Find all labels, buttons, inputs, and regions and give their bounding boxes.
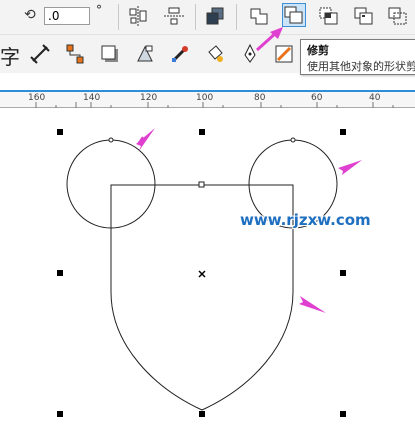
align-button[interactable]	[126, 4, 150, 28]
selection-handle[interactable]	[340, 270, 346, 276]
drop-shadow-icon	[101, 45, 118, 62]
align-icon	[129, 6, 147, 26]
weld-button[interactable]	[247, 4, 271, 28]
toolbar-annotation-arrow	[255, 27, 283, 52]
eyedropper-icon	[172, 46, 188, 62]
selection-handle[interactable]	[340, 129, 346, 135]
horizontal-ruler[interactable]: 160 140 120 100 80 60 40	[0, 90, 415, 108]
drawing-canvas[interactable]	[0, 108, 415, 435]
transparency-icon	[137, 45, 153, 62]
trim-button[interactable]	[282, 3, 306, 27]
arrange-button[interactable]	[203, 4, 227, 28]
intersect-button[interactable]	[317, 4, 341, 28]
distribute-icon	[164, 7, 184, 25]
watermark-text: www.rjzxw.com	[240, 211, 371, 229]
arrange-icon	[206, 7, 224, 25]
weld-icon	[250, 8, 268, 25]
simplify-icon	[354, 7, 373, 25]
dimension-icon	[30, 44, 50, 64]
tooltip-description: 使用其他对象的形状剪	[307, 60, 415, 73]
transparency-tool[interactable]	[133, 42, 157, 66]
annotation-arrow	[136, 128, 155, 151]
text-tool-label[interactable]: 字	[0, 41, 20, 70]
ruler-label: 40	[369, 93, 381, 103]
selection-handle[interactable]	[57, 270, 63, 276]
shadow-tool[interactable]	[98, 42, 122, 66]
distribute-button[interactable]	[162, 4, 186, 28]
connector-tool[interactable]	[63, 42, 87, 66]
trim-icon	[284, 6, 303, 24]
annotation-arrow	[338, 160, 362, 175]
paint-bucket-icon	[208, 45, 223, 62]
intersect-icon	[319, 7, 338, 25]
selection-handle[interactable]	[57, 129, 63, 135]
shield-top-node[interactable]	[198, 181, 205, 188]
front-minus-back-icon	[388, 7, 407, 25]
separator	[195, 4, 196, 30]
separator	[118, 4, 119, 30]
center-marker-icon[interactable]	[198, 270, 206, 278]
ruler-label: 80	[254, 93, 266, 103]
separator	[236, 4, 237, 30]
rotation-angle-input[interactable]	[44, 7, 90, 25]
trim-tooltip: 修剪 使用其他对象的形状剪	[300, 39, 415, 75]
rotate-icon: ⟲	[24, 7, 36, 23]
simplify-button[interactable]	[352, 4, 376, 28]
ruler-label: 60	[311, 93, 323, 103]
property-bar: ⟲ °	[0, 0, 415, 35]
right-circle-node[interactable]	[290, 137, 296, 143]
connector-icon	[66, 44, 84, 64]
selection-handle[interactable]	[340, 411, 346, 417]
ruler-label: 120	[140, 93, 158, 103]
selection-handle[interactable]	[57, 411, 63, 417]
annotation-arrow	[299, 296, 326, 313]
ruler-label: 140	[83, 93, 101, 103]
dimension-tool[interactable]	[28, 42, 52, 66]
fill-tool[interactable]	[203, 42, 227, 66]
tooltip-title: 修剪	[307, 44, 329, 57]
degree-label: °	[96, 3, 102, 17]
ruler-label: 100	[196, 93, 214, 103]
selection-handle[interactable]	[199, 129, 205, 135]
ruler-label: 160	[28, 93, 46, 103]
left-circle-node[interactable]	[108, 137, 114, 143]
selection-handle[interactable]	[199, 411, 205, 417]
eyedropper-tool[interactable]	[168, 42, 192, 66]
front-minus-back-button[interactable]	[386, 4, 410, 28]
